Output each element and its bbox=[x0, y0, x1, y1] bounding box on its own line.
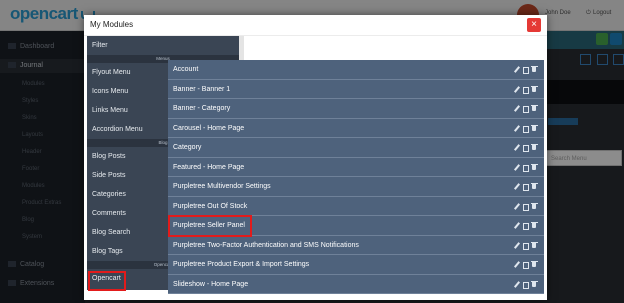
trash-icon[interactable] bbox=[531, 85, 538, 93]
trash-icon[interactable] bbox=[531, 124, 538, 132]
trash-icon[interactable] bbox=[531, 222, 538, 229]
modal-body: Filter Menus Flyout Menu Icons Menu Links Me… bbox=[84, 36, 547, 300]
module-row[interactable]: Carousel - Home Page bbox=[168, 118, 544, 138]
trash-icon[interactable] bbox=[531, 144, 538, 151]
module-row-label: Banner - Category bbox=[173, 105, 231, 112]
module-row-label: Carousel - Home Page bbox=[173, 124, 245, 132]
module-row-label: Account bbox=[173, 66, 199, 73]
trash-icon[interactable] bbox=[531, 163, 538, 171]
copy-icon[interactable] bbox=[523, 164, 529, 172]
trash-icon[interactable] bbox=[531, 66, 538, 73]
copy-icon[interactable] bbox=[523, 261, 529, 269]
module-row-label: Purpletree Seller Panel bbox=[173, 222, 245, 229]
copy-icon[interactable] bbox=[523, 144, 529, 152]
row-actions bbox=[514, 241, 542, 250]
copy-icon[interactable] bbox=[523, 242, 529, 250]
pencil-icon[interactable] bbox=[514, 105, 520, 112]
trash-icon[interactable] bbox=[531, 202, 538, 210]
copy-icon[interactable] bbox=[523, 222, 529, 230]
pencil-icon[interactable] bbox=[514, 164, 520, 171]
trash-icon[interactable] bbox=[531, 280, 538, 288]
pencil-icon[interactable] bbox=[514, 125, 520, 132]
module-row[interactable]: Purpletree Multivendor Settings bbox=[168, 177, 544, 197]
module-row[interactable]: Purpletree Product Export & Import Setti… bbox=[168, 255, 544, 275]
module-row[interactable]: Purpletree Two-Factor Authentication and… bbox=[168, 235, 544, 255]
close-button[interactable]: × bbox=[527, 18, 541, 32]
my-modules-dialog: My Modules × Filter Menus Flyout Menu Icons… bbox=[84, 15, 547, 300]
row-actions bbox=[514, 85, 542, 94]
modal-header: My Modules × bbox=[84, 15, 547, 36]
module-row-label: Slideshow - Home Page bbox=[173, 280, 249, 288]
copy-icon[interactable] bbox=[523, 125, 529, 133]
copy-icon[interactable] bbox=[523, 105, 529, 113]
module-row-label: Purpletree Multivendor Settings bbox=[173, 183, 271, 190]
copy-icon[interactable] bbox=[523, 281, 529, 289]
row-actions bbox=[514, 261, 542, 269]
copy-icon[interactable] bbox=[523, 203, 529, 211]
row-actions bbox=[514, 66, 542, 74]
module-row[interactable]: Banner - Category bbox=[168, 99, 544, 119]
module-row[interactable]: Purpletree Out Of Stock bbox=[168, 196, 544, 216]
trash-icon[interactable] bbox=[531, 261, 538, 268]
row-actions bbox=[514, 105, 542, 113]
copy-icon[interactable] bbox=[523, 66, 529, 74]
module-row-label: Category bbox=[173, 144, 202, 151]
trash-icon[interactable] bbox=[531, 105, 538, 112]
pencil-icon[interactable] bbox=[514, 261, 520, 268]
row-actions bbox=[514, 144, 542, 152]
module-list: Account Banner - Banner 1 Banner - Categor… bbox=[168, 60, 544, 294]
pencil-icon[interactable] bbox=[514, 183, 520, 190]
module-row[interactable]: Purpletree Seller Panel bbox=[168, 216, 544, 236]
row-actions bbox=[514, 280, 542, 289]
module-row[interactable]: Category bbox=[168, 138, 544, 158]
pencil-icon[interactable] bbox=[514, 281, 520, 288]
module-row[interactable]: Slideshow - Home Page bbox=[168, 274, 544, 294]
trash-icon[interactable] bbox=[531, 183, 538, 190]
copy-icon[interactable] bbox=[523, 183, 529, 191]
module-row-label: Featured - Home Page bbox=[173, 163, 245, 171]
module-row[interactable]: Account bbox=[168, 60, 544, 80]
copy-icon[interactable] bbox=[523, 86, 529, 94]
trash-icon[interactable] bbox=[531, 241, 538, 249]
row-actions bbox=[514, 202, 542, 211]
pencil-icon[interactable] bbox=[514, 222, 520, 229]
module-row-label: Banner - Banner 1 bbox=[173, 85, 231, 93]
pencil-icon[interactable] bbox=[514, 242, 520, 249]
module-row-label: Purpletree Two-Factor Authentication and… bbox=[173, 241, 359, 249]
pencil-icon[interactable] bbox=[514, 144, 520, 151]
row-actions bbox=[514, 124, 542, 133]
pencil-icon[interactable] bbox=[514, 66, 520, 73]
module-row-label: Purpletree Out Of Stock bbox=[173, 202, 248, 210]
row-actions bbox=[514, 222, 542, 230]
pencil-icon[interactable] bbox=[514, 86, 520, 93]
module-row[interactable]: Featured - Home Page bbox=[168, 157, 544, 177]
row-actions bbox=[514, 163, 542, 172]
module-row-label: Purpletree Product Export & Import Setti… bbox=[173, 261, 310, 268]
module-row[interactable]: Banner - Banner 1 bbox=[168, 79, 544, 99]
pencil-icon[interactable] bbox=[514, 203, 520, 210]
row-actions bbox=[514, 183, 542, 191]
modal-title: My Modules bbox=[90, 20, 134, 29]
module-type-item[interactable]: Filter bbox=[87, 36, 239, 55]
